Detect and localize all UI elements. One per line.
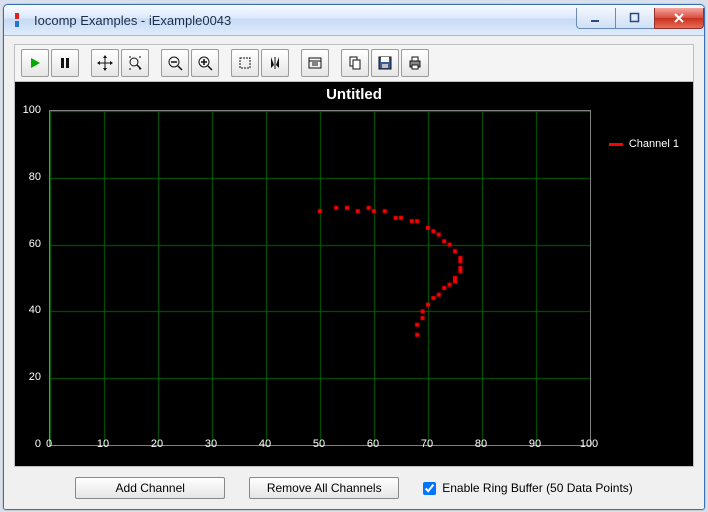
save-button[interactable] (371, 49, 399, 77)
cursor-button[interactable] (261, 49, 289, 77)
zoom-in-icon (197, 55, 213, 71)
print-icon (407, 55, 423, 71)
window-title: Iocomp Examples - iExample0043 (34, 13, 577, 28)
client-area: Untitled 020406080100 010203040506070809… (4, 36, 704, 509)
close-icon (672, 11, 686, 25)
legend-swatch (609, 143, 623, 146)
chart-title: Untitled (15, 82, 693, 103)
chart-panel[interactable]: Untitled 020406080100 010203040506070809… (14, 82, 694, 467)
play-button[interactable] (21, 49, 49, 77)
ring-buffer-label: Enable Ring Buffer (50 Data Points) (442, 481, 633, 495)
minimize-button[interactable] (576, 8, 616, 29)
pan-icon (97, 55, 113, 71)
ring-buffer-input[interactable] (423, 482, 436, 495)
legend: Channel 1 (609, 138, 679, 150)
copy-button[interactable] (341, 49, 369, 77)
copy-icon (347, 55, 363, 71)
zoom-out-icon (167, 55, 183, 71)
minimize-icon (590, 12, 602, 24)
window-controls (577, 8, 704, 28)
select-icon (237, 55, 253, 71)
bottom-controls: Add Channel Remove All Channels Enable R… (14, 467, 694, 499)
zoom-out-button[interactable] (161, 49, 189, 77)
pause-button[interactable] (51, 49, 79, 77)
play-icon (28, 56, 42, 70)
zoom-region-icon (127, 55, 143, 71)
app-icon (12, 12, 28, 28)
y-axis-ticks: 020406080100 (15, 106, 45, 446)
save-icon (377, 55, 393, 71)
properties-button[interactable] (301, 49, 329, 77)
pause-icon (58, 56, 72, 70)
pan-button[interactable] (91, 49, 119, 77)
maximize-button[interactable] (615, 8, 655, 29)
add-channel-button[interactable]: Add Channel (75, 477, 225, 499)
legend-label: Channel 1 (629, 138, 679, 150)
select-button[interactable] (231, 49, 259, 77)
plot-area[interactable] (49, 110, 589, 444)
app-window: Iocomp Examples - iExample0043 (3, 4, 705, 510)
titlebar[interactable]: Iocomp Examples - iExample0043 (4, 5, 704, 36)
ring-buffer-checkbox[interactable]: Enable Ring Buffer (50 Data Points) (423, 481, 633, 495)
x-axis-ticks: 0102030405060708090100 (49, 438, 589, 456)
maximize-icon (629, 12, 641, 24)
cursor-icon (267, 55, 283, 71)
properties-icon (307, 55, 323, 71)
zoom-region-button[interactable] (121, 49, 149, 77)
close-button[interactable] (654, 8, 704, 29)
print-button[interactable] (401, 49, 429, 77)
remove-all-channels-button[interactable]: Remove All Channels (249, 477, 399, 499)
toolbar (14, 44, 694, 82)
zoom-in-button[interactable] (191, 49, 219, 77)
